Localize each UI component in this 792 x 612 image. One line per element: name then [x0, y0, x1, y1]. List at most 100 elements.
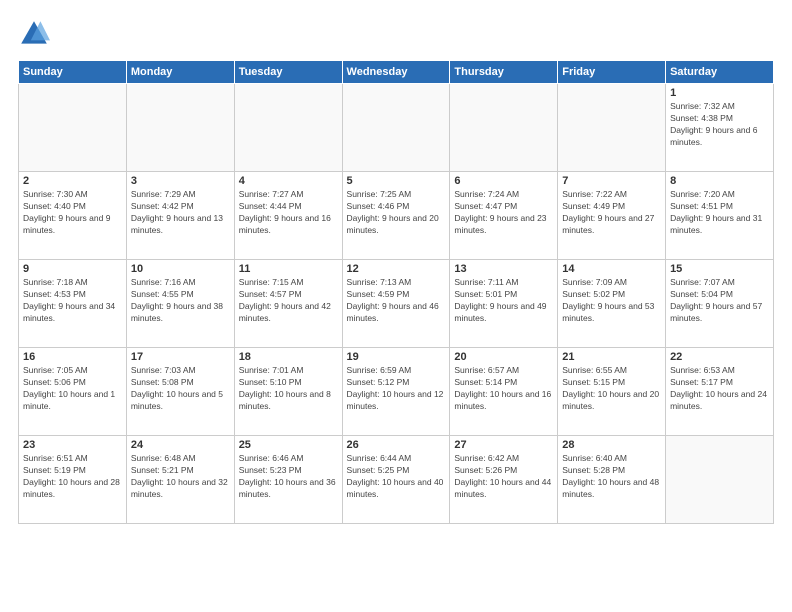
calendar-cell: 10 Sunrise: 7:16 AM Sunset: 4:55 PM Dayli…	[126, 260, 234, 348]
calendar-cell: 19 Sunrise: 6:59 AM Sunset: 5:12 PM Dayli…	[342, 348, 450, 436]
calendar-cell: 25 Sunrise: 6:46 AM Sunset: 5:23 PM Dayli…	[234, 436, 342, 524]
calendar-cell	[558, 84, 666, 172]
calendar-table: SundayMondayTuesdayWednesdayThursdayFrid…	[18, 60, 774, 524]
day-number: 28	[562, 439, 661, 451]
day-number: 6	[454, 175, 553, 187]
header-day-monday: Monday	[126, 61, 234, 84]
day-info: Sunrise: 6:46 AM Sunset: 5:23 PM Dayligh…	[239, 453, 338, 501]
calendar-cell: 23 Sunrise: 6:51 AM Sunset: 5:19 PM Dayli…	[19, 436, 127, 524]
page: SundayMondayTuesdayWednesdayThursdayFrid…	[0, 0, 792, 612]
calendar-week-1: 2 Sunrise: 7:30 AM Sunset: 4:40 PM Daylig…	[19, 172, 774, 260]
day-number: 22	[670, 351, 769, 363]
day-number: 21	[562, 351, 661, 363]
day-number: 27	[454, 439, 553, 451]
calendar-cell: 20 Sunrise: 6:57 AM Sunset: 5:14 PM Dayli…	[450, 348, 558, 436]
calendar-week-0: 1Sunrise: 7:32 AM Sunset: 4:38 PM Daylig…	[19, 84, 774, 172]
header-day-friday: Friday	[558, 61, 666, 84]
calendar-cell	[126, 84, 234, 172]
calendar-cell: 14 Sunrise: 7:09 AM Sunset: 5:02 PM Dayli…	[558, 260, 666, 348]
calendar-cell	[450, 84, 558, 172]
day-number: 4	[239, 175, 338, 187]
day-number: 11	[239, 263, 338, 275]
header-day-wednesday: Wednesday	[342, 61, 450, 84]
calendar-cell: 5Sunrise: 7:25 AM Sunset: 4:46 PM Daylig…	[342, 172, 450, 260]
calendar-cell: 22 Sunrise: 6:53 AM Sunset: 5:17 PM Dayli…	[666, 348, 774, 436]
logo	[18, 18, 54, 50]
calendar-cell: 15 Sunrise: 7:07 AM Sunset: 5:04 PM Dayli…	[666, 260, 774, 348]
header-day-thursday: Thursday	[450, 61, 558, 84]
calendar-cell: 13 Sunrise: 7:11 AM Sunset: 5:01 PM Dayli…	[450, 260, 558, 348]
day-info: Sunrise: 6:59 AM Sunset: 5:12 PM Dayligh…	[347, 365, 446, 413]
day-number: 5	[347, 175, 446, 187]
day-info: Sunrise: 7:09 AM Sunset: 5:02 PM Dayligh…	[562, 277, 661, 325]
day-info: Sunrise: 6:53 AM Sunset: 5:17 PM Dayligh…	[670, 365, 769, 413]
header-day-sunday: Sunday	[19, 61, 127, 84]
header	[18, 18, 774, 50]
calendar-cell: 3Sunrise: 7:29 AM Sunset: 4:42 PM Daylig…	[126, 172, 234, 260]
day-number: 20	[454, 351, 553, 363]
calendar-cell: 2 Sunrise: 7:30 AM Sunset: 4:40 PM Daylig…	[19, 172, 127, 260]
day-info: Sunrise: 7:03 AM Sunset: 5:08 PM Dayligh…	[131, 365, 230, 413]
calendar-cell: 21 Sunrise: 6:55 AM Sunset: 5:15 PM Dayli…	[558, 348, 666, 436]
day-info: Sunrise: 7:07 AM Sunset: 5:04 PM Dayligh…	[670, 277, 769, 325]
day-info: Sunrise: 7:16 AM Sunset: 4:55 PM Dayligh…	[131, 277, 230, 325]
day-info: Sunrise: 6:42 AM Sunset: 5:26 PM Dayligh…	[454, 453, 553, 501]
header-day-saturday: Saturday	[666, 61, 774, 84]
day-info: Sunrise: 6:55 AM Sunset: 5:15 PM Dayligh…	[562, 365, 661, 413]
day-info: Sunrise: 7:01 AM Sunset: 5:10 PM Dayligh…	[239, 365, 338, 413]
day-info: Sunrise: 7:15 AM Sunset: 4:57 PM Dayligh…	[239, 277, 338, 325]
day-info: Sunrise: 7:27 AM Sunset: 4:44 PM Dayligh…	[239, 189, 338, 237]
day-info: Sunrise: 7:30 AM Sunset: 4:40 PM Dayligh…	[23, 189, 122, 237]
calendar-cell: 17 Sunrise: 7:03 AM Sunset: 5:08 PM Dayli…	[126, 348, 234, 436]
day-number: 17	[131, 351, 230, 363]
day-number: 19	[347, 351, 446, 363]
day-info: Sunrise: 7:24 AM Sunset: 4:47 PM Dayligh…	[454, 189, 553, 237]
calendar-cell: 6 Sunrise: 7:24 AM Sunset: 4:47 PM Daylig…	[450, 172, 558, 260]
calendar-cell: 24 Sunrise: 6:48 AM Sunset: 5:21 PM Dayli…	[126, 436, 234, 524]
header-day-tuesday: Tuesday	[234, 61, 342, 84]
calendar-cell: 28 Sunrise: 6:40 AM Sunset: 5:28 PM Dayli…	[558, 436, 666, 524]
day-number: 9	[23, 263, 122, 275]
day-number: 13	[454, 263, 553, 275]
calendar-cell: 7 Sunrise: 7:22 AM Sunset: 4:49 PM Daylig…	[558, 172, 666, 260]
day-info: Sunrise: 6:57 AM Sunset: 5:14 PM Dayligh…	[454, 365, 553, 413]
calendar-cell: 12Sunrise: 7:13 AM Sunset: 4:59 PM Dayli…	[342, 260, 450, 348]
calendar-cell	[234, 84, 342, 172]
day-info: Sunrise: 7:20 AM Sunset: 4:51 PM Dayligh…	[670, 189, 769, 237]
day-number: 10	[131, 263, 230, 275]
calendar-cell: 8 Sunrise: 7:20 AM Sunset: 4:51 PM Daylig…	[666, 172, 774, 260]
day-info: Sunrise: 6:40 AM Sunset: 5:28 PM Dayligh…	[562, 453, 661, 501]
day-number: 24	[131, 439, 230, 451]
calendar-week-4: 23 Sunrise: 6:51 AM Sunset: 5:19 PM Dayli…	[19, 436, 774, 524]
calendar-cell	[666, 436, 774, 524]
day-info: Sunrise: 6:44 AM Sunset: 5:25 PM Dayligh…	[347, 453, 446, 501]
day-number: 2	[23, 175, 122, 187]
day-info: Sunrise: 7:05 AM Sunset: 5:06 PM Dayligh…	[23, 365, 122, 413]
calendar-header-row: SundayMondayTuesdayWednesdayThursdayFrid…	[19, 61, 774, 84]
day-info: Sunrise: 7:18 AM Sunset: 4:53 PM Dayligh…	[23, 277, 122, 325]
day-info: Sunrise: 6:48 AM Sunset: 5:21 PM Dayligh…	[131, 453, 230, 501]
calendar-cell: 4 Sunrise: 7:27 AM Sunset: 4:44 PM Daylig…	[234, 172, 342, 260]
day-info: Sunrise: 6:51 AM Sunset: 5:19 PM Dayligh…	[23, 453, 122, 501]
day-number: 7	[562, 175, 661, 187]
day-number: 26	[347, 439, 446, 451]
day-number: 8	[670, 175, 769, 187]
day-number: 23	[23, 439, 122, 451]
day-info: Sunrise: 7:22 AM Sunset: 4:49 PM Dayligh…	[562, 189, 661, 237]
day-number: 15	[670, 263, 769, 275]
day-info: Sunrise: 7:11 AM Sunset: 5:01 PM Dayligh…	[454, 277, 553, 325]
day-number: 25	[239, 439, 338, 451]
calendar-cell: 9 Sunrise: 7:18 AM Sunset: 4:53 PM Daylig…	[19, 260, 127, 348]
day-number: 12	[347, 263, 446, 275]
calendar-cell: 1Sunrise: 7:32 AM Sunset: 4:38 PM Daylig…	[666, 84, 774, 172]
day-number: 1	[670, 87, 769, 99]
calendar-cell: 18 Sunrise: 7:01 AM Sunset: 5:10 PM Dayli…	[234, 348, 342, 436]
day-number: 16	[23, 351, 122, 363]
logo-icon	[18, 18, 50, 50]
calendar-cell: 26 Sunrise: 6:44 AM Sunset: 5:25 PM Dayli…	[342, 436, 450, 524]
calendar-cell: 16 Sunrise: 7:05 AM Sunset: 5:06 PM Dayli…	[19, 348, 127, 436]
day-number: 18	[239, 351, 338, 363]
calendar-cell	[342, 84, 450, 172]
day-number: 14	[562, 263, 661, 275]
calendar-cell	[19, 84, 127, 172]
